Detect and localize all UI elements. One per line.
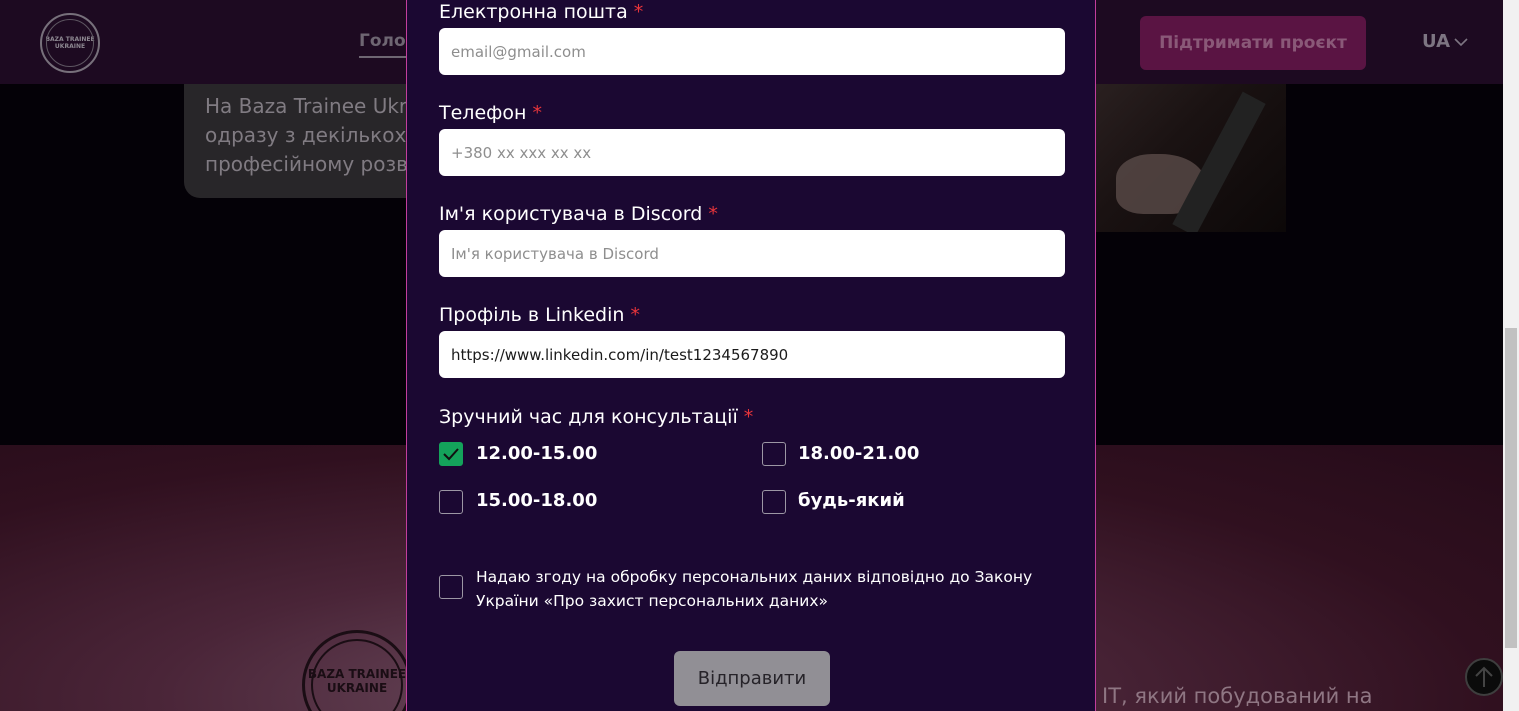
- discord-username-field[interactable]: [439, 230, 1065, 277]
- linkedin-label: Профіль в Linkedin *: [439, 304, 640, 326]
- time-option-checkbox[interactable]: [439, 490, 463, 514]
- site-logo[interactable]: BAZA TRAINEE UKRAINE: [40, 13, 100, 73]
- email-field[interactable]: [439, 28, 1065, 75]
- phone-field[interactable]: [439, 129, 1065, 176]
- time-option-checkbox[interactable]: [439, 442, 463, 466]
- time-option-label[interactable]: 15.00-18.00: [476, 490, 597, 511]
- footer-logo-text: BAZA TRAINEE UKRAINE: [307, 667, 407, 695]
- consent-checkbox[interactable]: [439, 575, 463, 599]
- consultation-modal: Електронна пошта * Телефон * Ім'я корист…: [406, 0, 1096, 711]
- consent-text[interactable]: Надаю згоду на обробку персональних дани…: [476, 565, 1076, 613]
- support-project-button[interactable]: Підтримати проєкт: [1140, 16, 1366, 70]
- required-mark: *: [708, 203, 718, 225]
- time-option-label[interactable]: будь-який: [798, 490, 905, 511]
- checkmark-icon: [443, 448, 459, 461]
- phone-label: Телефон *: [439, 102, 542, 124]
- time-option-label[interactable]: 12.00-15.00: [476, 443, 597, 464]
- arrow-up-icon: [1475, 666, 1493, 687]
- about-info-card: На Baza Trainee Ukr одразу з декількох п…: [184, 84, 424, 198]
- logo-text: BAZA TRAINEE UKRAINE: [45, 36, 95, 50]
- language-label: UA: [1422, 31, 1450, 52]
- required-mark: *: [633, 1, 644, 23]
- scrollbar-thumb[interactable]: [1505, 328, 1517, 648]
- section-text: IT, який побудований на: [1102, 684, 1373, 708]
- required-mark: *: [630, 304, 640, 326]
- time-option-checkbox[interactable]: [762, 490, 786, 514]
- submit-button[interactable]: Відправити: [674, 651, 830, 706]
- discord-label-text: Ім'я користувача в Discord: [439, 203, 703, 225]
- linkedin-profile-field[interactable]: [439, 331, 1065, 378]
- chevron-down-icon: [1454, 37, 1468, 46]
- email-label: Електронна пошта *: [439, 1, 643, 23]
- laptop-photo: [1096, 84, 1286, 232]
- info-card-line: професійному розв: [205, 152, 408, 176]
- phone-label-text: Телефон: [439, 102, 527, 124]
- info-card-line: одразу з декількох: [205, 123, 407, 147]
- required-mark: *: [743, 406, 754, 428]
- linkedin-label-text: Профіль в Linkedin: [439, 304, 625, 326]
- discord-label: Ім'я користувача в Discord *: [439, 203, 718, 225]
- time-label-text: Зручний час для консультації: [439, 406, 738, 428]
- info-card-line: На Baza Trainee Ukr: [205, 94, 408, 118]
- language-selector[interactable]: UA: [1422, 31, 1468, 52]
- time-label: Зручний час для консультації *: [439, 406, 753, 428]
- nav-home-link[interactable]: Голо: [359, 31, 416, 58]
- scroll-to-top-button[interactable]: [1465, 658, 1503, 696]
- email-label-text: Електронна пошта: [439, 1, 628, 23]
- page-scrollbar[interactable]: [1503, 0, 1519, 711]
- time-option-label[interactable]: 18.00-21.00: [798, 443, 919, 464]
- required-mark: *: [532, 102, 542, 124]
- time-option-checkbox[interactable]: [762, 442, 786, 466]
